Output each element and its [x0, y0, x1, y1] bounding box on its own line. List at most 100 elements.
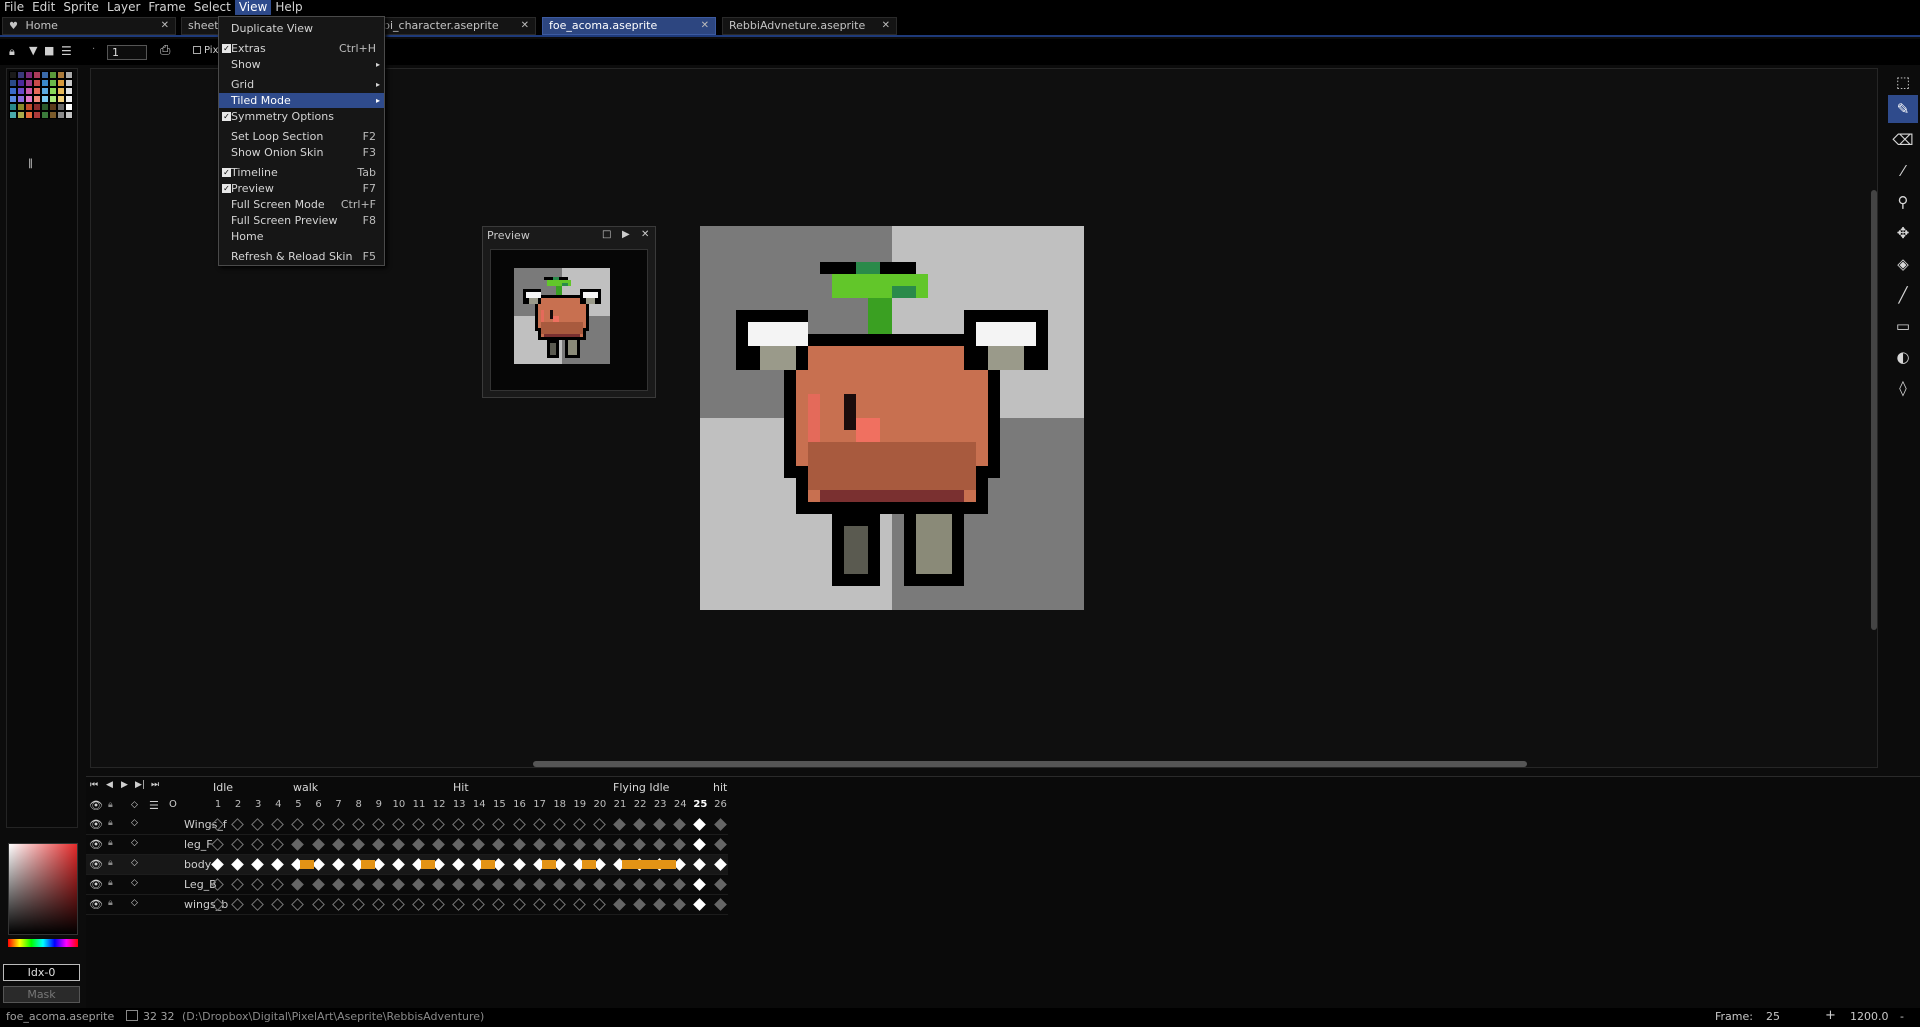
menu-item-timeline[interactable]: ✓ Timeline Tab: [219, 165, 384, 180]
brush-options-icon[interactable]: ☰: [61, 44, 72, 58]
menu-item-tiled-mode[interactable]: Tiled Mode ▸: [219, 93, 384, 108]
palette-swatch[interactable]: [49, 71, 57, 79]
palette-swatch[interactable]: [33, 103, 41, 111]
layer-row[interactable]: [86, 895, 728, 915]
eye-icon[interactable]: 👁︎: [89, 799, 103, 812]
palette-swatch[interactable]: [49, 111, 57, 119]
close-icon[interactable]: ✕: [641, 229, 649, 240]
zoom-out-icon[interactable]: -: [1900, 1010, 1904, 1023]
menu-item-full-screen-mode[interactable]: Full Screen Mode Ctrl+F: [219, 197, 384, 212]
frame-header-9[interactable]: 9: [369, 799, 389, 810]
line-icon[interactable]: ╱: [1888, 281, 1918, 309]
close-icon[interactable]: ✕: [701, 18, 709, 34]
palette-swatch[interactable]: [57, 71, 65, 79]
menu-layer[interactable]: Layer: [103, 0, 144, 15]
palette-swatch[interactable]: [25, 111, 33, 119]
palette-swatch[interactable]: [25, 71, 33, 79]
palette-swatch[interactable]: [9, 79, 17, 87]
eraser-icon[interactable]: ⌫: [1888, 126, 1918, 154]
tab-home[interactable]: ♥ Home ✕: [2, 17, 176, 35]
hue-slider[interactable]: [8, 939, 78, 947]
palette-swatch[interactable]: [57, 103, 65, 111]
palette-swatch[interactable]: [41, 79, 49, 87]
frame-header-7[interactable]: 7: [329, 799, 349, 810]
tab-foe-acoma[interactable]: foe_acoma.aseprite ✕: [542, 17, 716, 35]
first-frame-icon[interactable]: ⏮: [90, 780, 98, 790]
diamond-icon[interactable]: ◇: [131, 898, 138, 908]
palette-swatch[interactable]: [25, 87, 33, 95]
frame-header-4[interactable]: 4: [268, 799, 288, 810]
lock-icon[interactable]: 🔒︎: [108, 858, 113, 868]
horizontal-scrollbar[interactable]: [533, 761, 1527, 767]
last-frame-icon[interactable]: ⏭: [151, 780, 159, 790]
palette[interactable]: [9, 71, 73, 157]
palette-swatch[interactable]: [41, 95, 49, 103]
rectangle-icon[interactable]: ▭: [1888, 312, 1918, 340]
eye-icon[interactable]: 👁︎: [89, 818, 103, 831]
frame-header-26[interactable]: 26: [711, 799, 731, 810]
eye-icon[interactable]: 👁︎: [89, 878, 103, 891]
frame-header-25[interactable]: 25: [690, 799, 710, 810]
palette-swatch[interactable]: [41, 71, 49, 79]
palette-swatch[interactable]: [17, 103, 25, 111]
menu-select[interactable]: Select: [190, 0, 235, 15]
palette-swatch[interactable]: [41, 111, 49, 119]
tag-walk[interactable]: walk: [293, 781, 318, 794]
menu-item-refresh-reload-skin[interactable]: Refresh & Reload Skin F5: [219, 249, 384, 264]
diamond-icon[interactable]: ◇: [131, 818, 138, 828]
palette-swatch[interactable]: [49, 87, 57, 95]
frame-header-21[interactable]: 21: [610, 799, 630, 810]
palette-swatch[interactable]: [17, 87, 25, 95]
menu-sprite[interactable]: Sprite: [59, 0, 103, 15]
menu-edit[interactable]: Edit: [28, 0, 59, 15]
status-frame-value[interactable]: 25: [1766, 1010, 1780, 1023]
next-frame-icon[interactable]: ▶|: [135, 780, 145, 790]
frame-header-18[interactable]: 18: [550, 799, 570, 810]
palette-swatch[interactable]: [17, 79, 25, 87]
prev-frame-icon[interactable]: ◀: [106, 780, 113, 790]
palette-swatch[interactable]: [25, 103, 33, 111]
palette-swatch[interactable]: [33, 111, 41, 119]
diamond-icon[interactable]: ◇: [131, 878, 138, 888]
menu-file[interactable]: File: [0, 0, 28, 15]
palette-swatch[interactable]: [17, 111, 25, 119]
tag-flying-idle[interactable]: Flying Idle: [613, 781, 669, 794]
size-handle-icon[interactable]: ·: [92, 44, 95, 55]
brush-type-icon[interactable]: ▼: [29, 44, 37, 57]
palette-swatch[interactable]: [9, 87, 17, 95]
blur-icon[interactable]: ◐: [1888, 343, 1918, 371]
tag-idle[interactable]: Idle: [213, 781, 233, 794]
palette-swatch[interactable]: [65, 71, 73, 79]
zoom-icon[interactable]: ⚲: [1888, 188, 1918, 216]
palette-swatch[interactable]: [57, 111, 65, 119]
palette-swatch[interactable]: [65, 79, 73, 87]
close-icon[interactable]: ✕: [521, 18, 529, 34]
frame-header-2[interactable]: 2: [228, 799, 248, 810]
menu-item-preview[interactable]: ✓ Preview F7: [219, 181, 384, 196]
palette-swatch[interactable]: [33, 71, 41, 79]
printer-icon[interactable]: ⎙: [160, 43, 170, 58]
frame-header-23[interactable]: 23: [650, 799, 670, 810]
palette-swatch[interactable]: [57, 87, 65, 95]
palette-swatch[interactable]: [57, 79, 65, 87]
frame-header-19[interactable]: 19: [570, 799, 590, 810]
brush-shape-icon[interactable]: ■: [44, 44, 54, 57]
menu-item-home[interactable]: Home: [219, 229, 384, 244]
menu-item-grid[interactable]: Grid ▸: [219, 77, 384, 92]
frame-header-16[interactable]: 16: [510, 799, 530, 810]
menu-item-set-loop-section[interactable]: Set Loop Section F2: [219, 129, 384, 144]
frame-header-14[interactable]: 14: [469, 799, 489, 810]
palette-swatch[interactable]: [9, 95, 17, 103]
tab-sheet[interactable]: sheet: [181, 17, 221, 35]
palette-swatch[interactable]: [65, 111, 73, 119]
close-icon[interactable]: ✕: [882, 18, 890, 34]
palette-swatch[interactable]: [49, 95, 57, 103]
eye-icon[interactable]: 👁︎: [89, 838, 103, 851]
eyedropper-icon[interactable]: ⁄: [1888, 157, 1918, 185]
play-icon[interactable]: ▶: [622, 229, 630, 240]
palette-swatch[interactable]: [41, 103, 49, 111]
menu-item-extras[interactable]: ✓ Extras Ctrl+H: [219, 41, 384, 56]
eye-icon[interactable]: 👁︎: [89, 898, 103, 911]
pencil-icon[interactable]: ✎: [1888, 95, 1918, 123]
pixel-perfect-checkbox[interactable]: [193, 46, 201, 54]
